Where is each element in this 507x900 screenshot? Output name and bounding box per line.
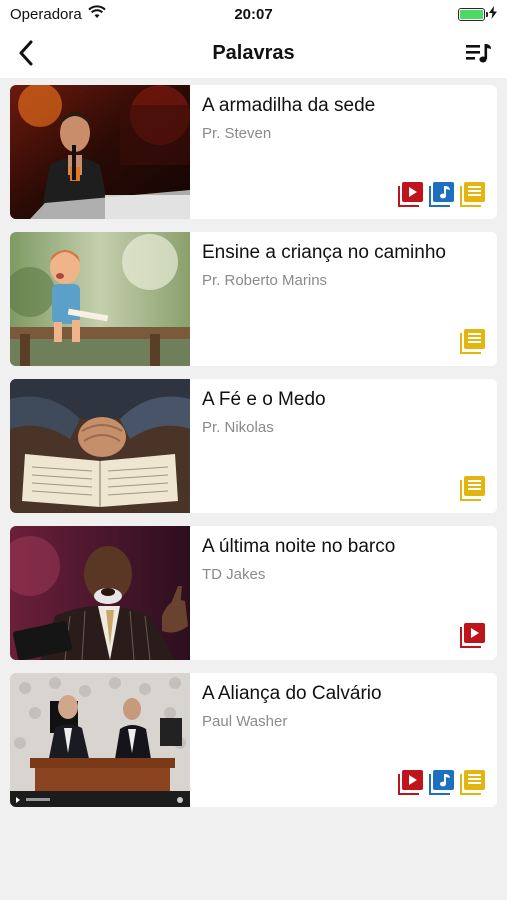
sermon-info: A última noite no barco TD Jakes	[190, 526, 497, 660]
text-icon[interactable]	[460, 329, 485, 354]
sermon-author: Pr. Roberto Marins	[202, 272, 328, 289]
status-bar: Operadora 20:07	[0, 0, 507, 28]
chevron-left-icon	[19, 40, 33, 66]
sermon-author: TD Jakes	[202, 566, 266, 583]
video-icon[interactable]	[460, 623, 485, 648]
navigation-bar: Palavras	[0, 28, 507, 78]
page-title: Palavras	[212, 41, 295, 64]
sermon-thumbnail	[10, 526, 190, 660]
back-button[interactable]	[12, 38, 40, 68]
sermon-thumbnail	[10, 379, 190, 513]
sermon-title: A armadilha da sede	[202, 95, 376, 116]
sermon-thumbnail	[10, 85, 190, 219]
sermon-thumbnail	[10, 673, 190, 807]
sermon-title: Ensine a criança no caminho	[202, 242, 446, 263]
sermon-title: A Fé e o Medo	[202, 389, 326, 410]
charging-icon	[489, 5, 497, 23]
sermon-author: Paul Washer	[202, 713, 288, 730]
media-icons	[398, 770, 485, 795]
battery-icon	[458, 7, 488, 21]
media-icons	[460, 623, 485, 648]
audio-icon[interactable]	[429, 182, 454, 207]
sermon-info: Ensine a criança no caminho Pr. Roberto …	[190, 232, 497, 366]
text-icon[interactable]	[460, 476, 485, 501]
sermon-card[interactable]: A armadilha da sede Pr. Steven	[10, 85, 497, 219]
media-icons	[460, 329, 485, 354]
carrier-label: Operadora	[10, 5, 82, 23]
wifi-icon	[88, 5, 106, 23]
sermon-list: A armadilha da sede Pr. Steven Ensine a …	[10, 85, 497, 820]
sermon-title: A Aliança do Calvário	[202, 683, 382, 704]
sermon-info: A armadilha da sede Pr. Steven	[190, 85, 497, 219]
sermon-info: A Fé e o Medo Pr. Nikolas	[190, 379, 497, 513]
video-icon[interactable]	[398, 182, 423, 207]
sermon-card[interactable]: A Fé e o Medo Pr. Nikolas	[10, 379, 497, 513]
status-right	[458, 5, 497, 23]
sermon-info: A Aliança do Calvário Paul Washer	[190, 673, 497, 807]
text-icon[interactable]	[460, 770, 485, 795]
media-icons	[398, 182, 485, 207]
status-left: Operadora	[10, 5, 106, 23]
audio-icon[interactable]	[429, 770, 454, 795]
playlist-button[interactable]	[465, 40, 493, 66]
playlist-icon	[466, 44, 491, 63]
sermon-author: Pr. Steven	[202, 125, 272, 142]
sermon-card[interactable]: Ensine a criança no caminho Pr. Roberto …	[10, 232, 497, 366]
sermon-title: A última noite no barco	[202, 536, 396, 557]
sermon-author: Pr. Nikolas	[202, 419, 274, 436]
text-icon[interactable]	[460, 182, 485, 207]
sermon-thumbnail	[10, 232, 190, 366]
video-icon[interactable]	[398, 770, 423, 795]
media-icons	[460, 476, 485, 501]
sermon-card[interactable]: A Aliança do Calvário Paul Washer	[10, 673, 497, 807]
sermon-card[interactable]: A última noite no barco TD Jakes	[10, 526, 497, 660]
